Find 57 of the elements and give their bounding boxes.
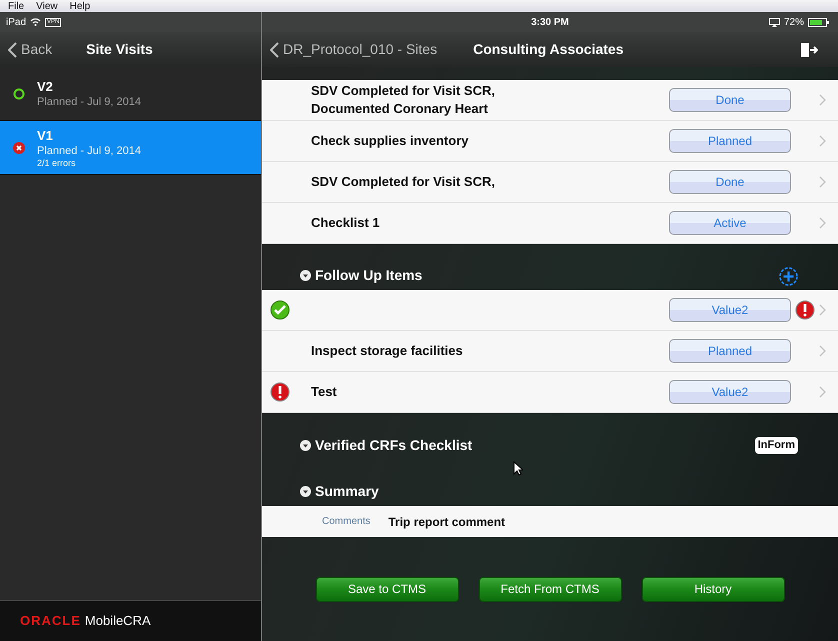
list-row[interactable]: SDV Completed for Visit SCR, Done <box>262 162 838 203</box>
list-row[interactable]: Test Value2 <box>262 372 838 413</box>
action-button[interactable]: History <box>642 576 784 602</box>
visit-detail: Planned - Jul 9, 2014 <box>37 144 141 158</box>
battery-icon <box>808 18 830 26</box>
action-button[interactable]: Fetch From CTMS <box>478 576 622 602</box>
list-row[interactable]: Checklist 1 Active <box>262 203 838 244</box>
panel-title: Site Visits <box>86 40 153 59</box>
page-title: Consulting Associates <box>473 40 624 59</box>
chevron-right-icon[interactable] <box>819 345 826 357</box>
product-name: MobileCRA <box>84 612 151 630</box>
chevron-right-icon[interactable] <box>819 135 826 147</box>
list-row[interactable]: Inspect storage facilities Planned <box>262 331 838 372</box>
chevron-left-icon <box>8 42 17 58</box>
oracle-logo: ORACLE <box>20 612 81 630</box>
section-title: Follow Up Items <box>315 266 422 285</box>
back-button[interactable]: Back <box>8 39 52 60</box>
visit-name: V2 <box>37 78 54 94</box>
comment-value: Trip report comment <box>388 514 506 530</box>
chevron-right-icon[interactable] <box>819 217 826 229</box>
add-icon[interactable] <box>779 267 798 286</box>
visit-name: V1 <box>37 128 54 144</box>
chevron-left-icon <box>270 42 279 58</box>
section-title: Summary <box>315 482 379 501</box>
chevron-right-icon[interactable] <box>819 304 826 316</box>
list-row[interactable]: Check supplies inventory Planned <box>262 121 838 162</box>
chevron-right-icon[interactable] <box>819 94 826 106</box>
clock: 3:30 PM <box>531 16 569 30</box>
error-count: 2/1 errors <box>37 158 77 168</box>
collapse-icon[interactable] <box>300 270 311 281</box>
section-title: Verified CRFs Checklist <box>315 436 472 455</box>
item-label: Check supplies inventory <box>311 133 468 148</box>
item-label: Checklist 1 <box>311 215 380 230</box>
field-label: Comments <box>322 515 370 529</box>
logout-icon[interactable] <box>800 42 818 58</box>
chevron-right-icon[interactable] <box>819 176 826 188</box>
collapse-icon[interactable] <box>300 440 311 451</box>
mouse-cursor-icon <box>513 461 523 476</box>
back-button[interactable]: DR_Protocol_010 - Sites <box>270 39 438 60</box>
menu-item[interactable]: Help <box>70 0 90 14</box>
visit-detail: Planned - Jul 9, 2014 <box>37 94 141 108</box>
chevron-right-icon[interactable] <box>819 386 826 398</box>
visit-item[interactable]: V1 Planned - Jul 9, 2014 2/1 errors <box>0 121 261 175</box>
list-row[interactable]: SDV Completed for Visit SCR, Documented Coronary Heart Done <box>262 80 838 121</box>
wifi-icon <box>30 18 42 26</box>
item-label: SDV Completed for Visit SCR, <box>311 174 495 189</box>
collapse-icon[interactable] <box>300 486 311 497</box>
menu-item[interactable]: View <box>36 0 58 14</box>
item-label: Test <box>311 384 337 399</box>
menu-item[interactable]: File <box>8 0 24 14</box>
device-name: iPad <box>6 16 26 30</box>
item-label: SDV Completed for Visit SCR, Documented Coronary Heart <box>311 83 495 116</box>
item-label: Inspect storage facilities <box>311 343 463 358</box>
battery-percent: 72% <box>784 16 804 30</box>
action-button[interactable]: Save to CTMS <box>316 576 458 602</box>
airplay-icon <box>768 18 780 26</box>
inform-logo[interactable]: InForm <box>754 437 798 454</box>
